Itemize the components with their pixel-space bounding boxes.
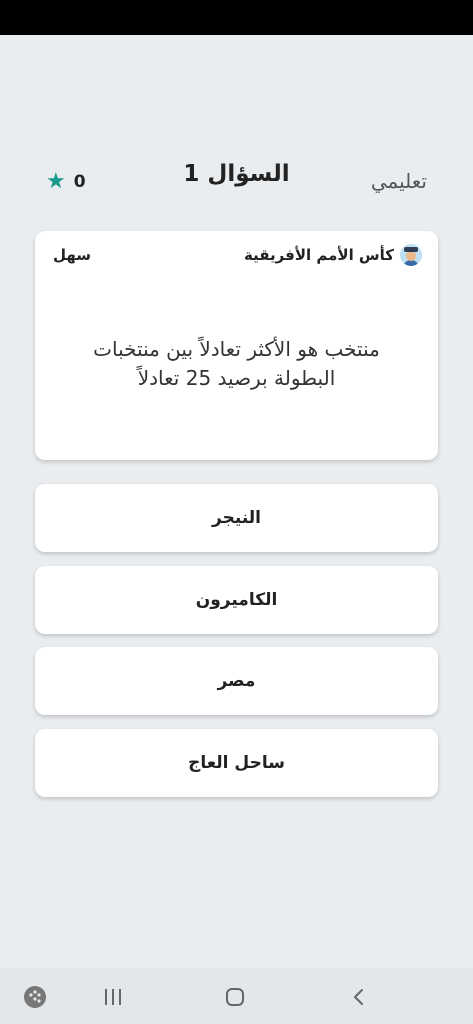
difficulty-label: سهل	[53, 246, 92, 264]
home-icon[interactable]	[222, 984, 248, 1010]
category: كأس الأمم الأفريقية	[244, 244, 422, 266]
answer-option-3[interactable]: مصر	[35, 647, 438, 715]
question-text: منتخب هو الأكثر تعادلاً بين منتخبات البط…	[93, 337, 380, 390]
answer-option-1[interactable]: النيجر	[35, 484, 438, 552]
navigation-bar	[0, 968, 473, 1024]
game-launcher-icon[interactable]	[22, 984, 48, 1010]
score-value: 0	[73, 172, 86, 192]
status-bar	[0, 0, 473, 35]
answer-option-4[interactable]: ساحل العاج	[35, 729, 438, 797]
header: تعليمي السؤال 1 ★ 0	[0, 155, 473, 215]
back-icon[interactable]	[346, 984, 372, 1010]
category-name: كأس الأمم الأفريقية	[244, 246, 394, 264]
category-avatar-icon	[400, 244, 422, 266]
recent-apps-icon[interactable]	[100, 984, 126, 1010]
question-card: كأس الأمم الأفريقية سهل منتخب هو الأكثر …	[35, 231, 438, 460]
score: ★ 0	[46, 171, 86, 193]
star-icon: ★	[46, 169, 66, 194]
answer-option-2[interactable]: الكاميرون	[35, 566, 438, 634]
